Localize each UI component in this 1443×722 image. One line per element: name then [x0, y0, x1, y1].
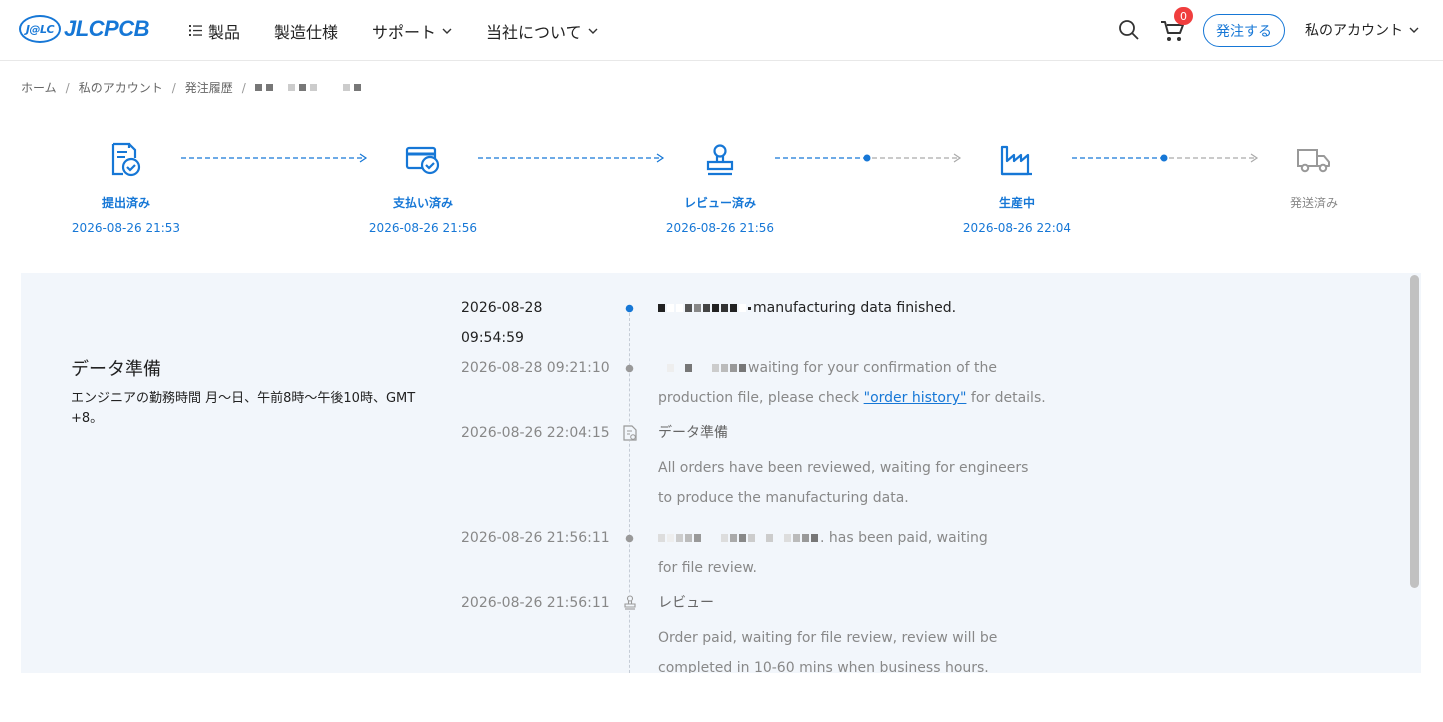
step-time: 2026-08-26 21:53 — [71, 221, 181, 235]
factory-icon — [997, 140, 1037, 180]
engineer-hours-note: エンジニアの勤務時間 月～日、午前8時～午後10時、GMT +8。 — [71, 391, 416, 426]
step-label: レビュー済み — [683, 196, 756, 210]
timeline-date: 2026-08-28 — [461, 300, 543, 316]
timeline-event-text: waiting for your confirmation of the pro… — [658, 353, 1058, 413]
main-nav: 製品 製造仕様 サポート 当社について — [189, 0, 632, 61]
account-menu[interactable]: 私のアカウント — [1305, 20, 1419, 40]
account-label: 私のアカウント — [1305, 23, 1403, 39]
timeline-time: 2026-08-26 21:56:11 — [461, 595, 610, 611]
chevron-down-icon — [1409, 27, 1419, 33]
order-status-panel: データ準備 エンジニアの勤務時間 月～日、午前8時～午後10時、GMT +8。 … — [21, 273, 1421, 673]
step-paid: 支払い済み 2026-08-26 21:56 — [363, 140, 483, 235]
timeline-event-message: manufacturing data finished. — [753, 300, 957, 316]
step-time: 2026-08-26 21:56 — [665, 221, 775, 235]
cart-count-badge: 0 — [1174, 7, 1193, 25]
timeline-event-message: waiting for your confirmation of the — [748, 360, 998, 376]
timeline-event-text: manufacturing data finished. — [658, 293, 1058, 323]
data-prep-icon — [622, 424, 637, 441]
stamp-icon — [623, 594, 637, 611]
nav-products[interactable]: 製品 — [189, 19, 240, 43]
step-submitted: 提出済み 2026-08-26 21:53 — [66, 140, 186, 235]
timeline-dot-active — [625, 304, 634, 313]
logo-badge: J@LC — [19, 15, 61, 43]
redacted-text — [658, 304, 751, 312]
jlcpcb-logo[interactable]: J@LC JLCPCB — [19, 15, 150, 43]
nav-specs[interactable]: 製造仕様 — [274, 19, 338, 43]
nav-about-label: 当社について — [486, 22, 582, 42]
nav-products-label: 製品 — [208, 22, 241, 42]
timeline-dot — [625, 364, 634, 373]
breadcrumb-separator: / — [241, 80, 246, 95]
step-label: 支払い済み — [392, 196, 453, 210]
nav-support-label: サポート — [372, 22, 437, 42]
timeline-time: 2026-08-26 21:56:11 — [461, 530, 610, 546]
timeline-event-message: Order paid, waiting for file review, rev… — [658, 630, 998, 673]
truck-icon — [1294, 140, 1334, 180]
nav-support[interactable]: サポート — [372, 19, 452, 43]
step-reviewed: レビュー済み 2026-08-26 21:56 — [660, 140, 780, 235]
stamp-icon — [700, 140, 740, 180]
breadcrumb-order-history[interactable]: 発注履歴 — [185, 79, 233, 96]
order-history-link[interactable]: "order history" — [864, 390, 967, 406]
nav-specs-label: 製造仕様 — [274, 22, 339, 42]
timeline-event-message: production file, please check — [658, 390, 860, 406]
timeline-time: 2026-08-28 09:54:59 — [461, 293, 542, 353]
chevron-down-icon — [442, 28, 452, 34]
timeline-event-message: for file review. — [658, 560, 757, 576]
step-connector — [478, 153, 665, 163]
step-connector — [775, 153, 962, 163]
breadcrumb-separator: / — [65, 80, 70, 95]
step-connector — [1072, 153, 1259, 163]
breadcrumb-separator: / — [171, 80, 176, 95]
panel-scrollbar[interactable] — [1410, 275, 1419, 588]
document-check-icon — [106, 140, 146, 180]
redacted-order-number — [254, 84, 361, 91]
list-icon — [189, 25, 202, 36]
step-label: 生産中 — [998, 196, 1035, 210]
step-time: 2026-08-26 22:04 — [962, 221, 1072, 235]
step-shipped: 発送済み — [1254, 140, 1374, 211]
redacted-text — [658, 534, 818, 542]
breadcrumb-account[interactable]: 私のアカウント — [79, 79, 163, 96]
step-connector — [181, 153, 368, 163]
status-title: データ準備 — [71, 359, 161, 380]
timeline-event-text: . has been paid, waiting for file review… — [658, 523, 1058, 583]
timeline-event-heading: レビュー — [658, 595, 714, 611]
logo-text: JLCPCB — [64, 16, 150, 41]
step-label: 提出済み — [101, 196, 150, 210]
timeline-event-message: . has been paid, waiting — [820, 530, 988, 546]
timeline-dot — [625, 534, 634, 543]
redacted-text — [658, 364, 746, 372]
card-check-icon — [403, 140, 443, 180]
timeline-time: 2026-08-26 22:04:15 — [461, 425, 610, 441]
breadcrumb: ホーム / 私のアカウント / 発注履歴 / — [21, 79, 361, 96]
step-time: 2026-08-26 21:56 — [368, 221, 478, 235]
step-in-production: 生産中 2026-08-26 22:04 — [957, 140, 1077, 235]
timeline-event-message: All orders have been reviewed, waiting f… — [658, 460, 1029, 506]
chevron-down-icon — [588, 28, 598, 34]
top-header: J@LC JLCPCB 製品 製造仕様 サポート 当社について 0 発注する 私… — [0, 0, 1443, 61]
step-label: 発送済み — [1289, 196, 1338, 210]
timeline-clock: 09:54:59 — [461, 330, 524, 346]
timeline-event-message: for details. — [970, 390, 1046, 406]
timeline-time: 2026-08-28 09:21:10 — [461, 360, 610, 376]
nav-about[interactable]: 当社について — [486, 19, 598, 43]
place-order-button[interactable]: 発注する — [1203, 14, 1285, 47]
search-icon[interactable] — [1118, 19, 1140, 41]
breadcrumb-home[interactable]: ホーム — [21, 79, 57, 96]
timeline-event-heading: データ準備 — [658, 425, 728, 441]
